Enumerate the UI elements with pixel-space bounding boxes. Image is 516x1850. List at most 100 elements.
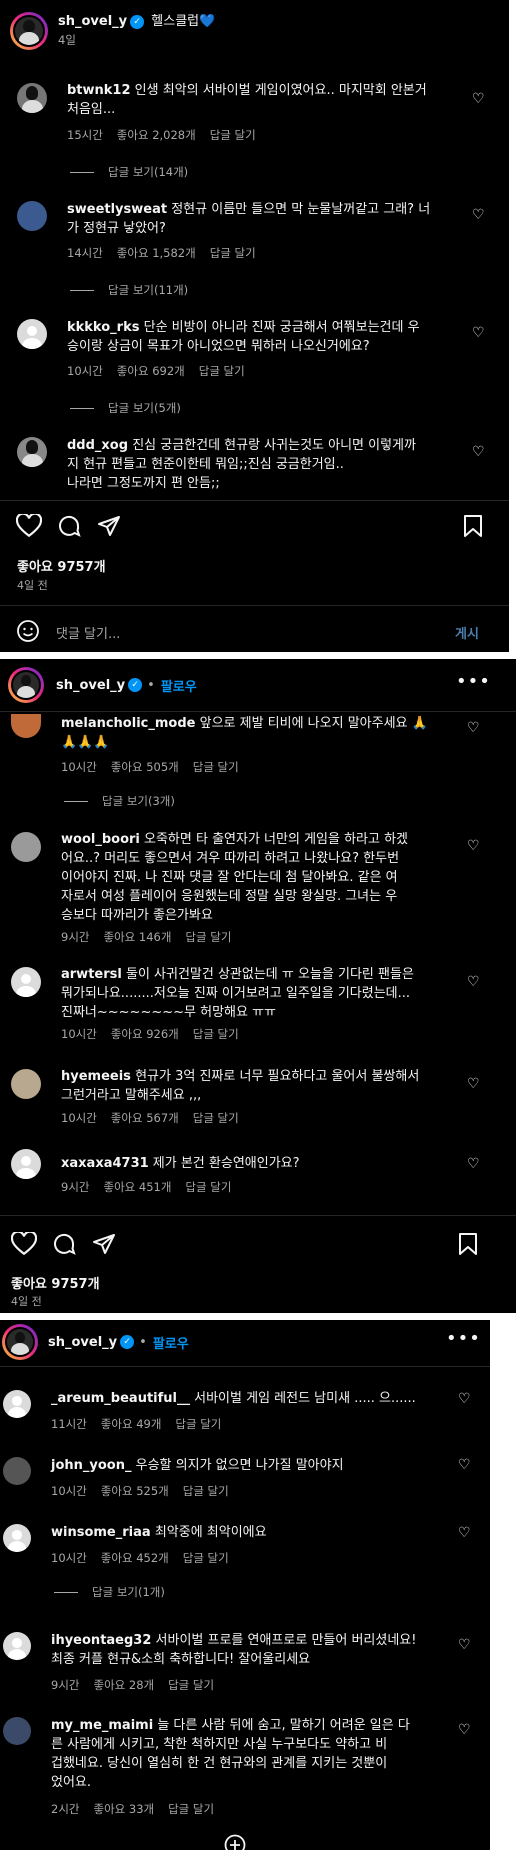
- heart-icon[interactable]: ♡: [467, 721, 481, 735]
- commenter-avatar[interactable]: [3, 1717, 31, 1745]
- heart-icon[interactable]: ♡: [458, 1638, 472, 1652]
- reply-link[interactable]: 답글 달기: [193, 759, 239, 775]
- profile-avatar[interactable]: [5, 1327, 35, 1357]
- heart-icon[interactable]: ♡: [458, 1526, 472, 1540]
- commenter-avatar[interactable]: [3, 1457, 31, 1485]
- likes-count[interactable]: 좋아요 9757개: [11, 1273, 100, 1292]
- comment-likes[interactable]: 좋아요 926개: [111, 1026, 179, 1042]
- heart-icon[interactable]: ♡: [467, 839, 481, 853]
- profile-avatar-ring[interactable]: [10, 12, 48, 50]
- comment-likes[interactable]: 좋아요 567개: [111, 1110, 179, 1126]
- reply-link[interactable]: 답글 달기: [210, 245, 256, 261]
- comment-likes[interactable]: 좋아요 33개: [93, 1801, 154, 1817]
- username[interactable]: sh_ovel_y: [58, 14, 127, 29]
- heart-icon[interactable]: ♡: [458, 1458, 472, 1472]
- profile-avatar[interactable]: [13, 15, 45, 47]
- commenter-avatar[interactable]: [3, 1632, 31, 1660]
- comment-username[interactable]: john_yoon_: [51, 1458, 132, 1473]
- reply-link[interactable]: 답글 달기: [185, 1179, 231, 1195]
- view-replies-link[interactable]: 답글 보기(5개): [70, 400, 181, 416]
- comment-username[interactable]: winsome_riaa: [51, 1525, 151, 1540]
- share-icon[interactable]: [92, 1232, 116, 1256]
- view-replies-link[interactable]: 답글 보기(14개): [70, 164, 188, 180]
- heart-icon[interactable]: ♡: [467, 1077, 481, 1091]
- comment-username[interactable]: btwnk12: [67, 83, 131, 98]
- more-icon[interactable]: •••: [446, 1328, 481, 1349]
- more-icon[interactable]: •••: [456, 671, 491, 692]
- bookmark-icon[interactable]: [463, 514, 483, 538]
- likes-count[interactable]: 좋아요 9757개: [17, 556, 106, 575]
- reply-link[interactable]: 답글 달기: [193, 1110, 239, 1126]
- heart-icon[interactable]: ♡: [458, 1723, 472, 1737]
- comment-username[interactable]: hyemeeis: [61, 1069, 131, 1084]
- view-replies-link[interactable]: 답글 보기(1개): [54, 1584, 165, 1600]
- comment-likes[interactable]: 좋아요 1,582개: [117, 245, 196, 261]
- comment-username[interactable]: xaxaxa4731: [61, 1156, 149, 1171]
- commenter-avatar[interactable]: [11, 1069, 41, 1099]
- commenter-avatar[interactable]: [17, 437, 47, 467]
- add-comment-input[interactable]: 댓글 달기...: [56, 623, 120, 642]
- comment-likes[interactable]: 좋아요 146개: [103, 929, 171, 945]
- commenter-avatar[interactable]: [11, 714, 41, 738]
- username[interactable]: sh_ovel_y: [56, 678, 125, 693]
- reply-link[interactable]: 답글 달기: [168, 1677, 214, 1693]
- comment-likes[interactable]: 좋아요 505개: [111, 759, 179, 775]
- follow-button[interactable]: 팔로우: [161, 676, 197, 695]
- bookmark-icon[interactable]: [458, 1232, 478, 1256]
- reply-link[interactable]: 답글 달기: [199, 363, 245, 379]
- heart-icon[interactable]: ♡: [472, 208, 486, 222]
- comment-likes[interactable]: 좋아요 692개: [117, 363, 185, 379]
- commenter-avatar[interactable]: [11, 967, 41, 997]
- reply-link[interactable]: 답글 달기: [210, 127, 256, 143]
- add-circle-icon[interactable]: [224, 1834, 246, 1850]
- reply-link[interactable]: 답글 달기: [175, 1416, 221, 1432]
- share-icon[interactable]: [97, 514, 121, 538]
- heart-icon[interactable]: ♡: [472, 445, 486, 459]
- comment-likes[interactable]: 좋아요 49개: [101, 1416, 162, 1432]
- reply-link[interactable]: 답글 달기: [185, 929, 231, 945]
- heart-icon[interactable]: ♡: [458, 1392, 472, 1406]
- commenter-avatar[interactable]: [3, 1524, 31, 1552]
- comment-likes[interactable]: 좋아요 2,028개: [117, 127, 196, 143]
- heart-icon[interactable]: ♡: [467, 975, 481, 989]
- heart-icon[interactable]: [16, 514, 42, 538]
- comment-likes[interactable]: 좋아요 451개: [103, 1179, 171, 1195]
- comment-username[interactable]: _areum_beautiful__: [51, 1391, 190, 1406]
- username[interactable]: sh_ovel_y: [48, 1335, 117, 1350]
- reply-link[interactable]: 답글 달기: [183, 1483, 229, 1499]
- commenter-avatar[interactable]: [3, 1390, 31, 1418]
- comment-username[interactable]: melancholic_mode: [61, 716, 195, 731]
- comment-icon[interactable]: [52, 1232, 76, 1256]
- commenter-avatar[interactable]: [17, 201, 47, 231]
- view-replies-link[interactable]: 답글 보기(11개): [70, 282, 188, 298]
- profile-avatar-ring[interactable]: [2, 1324, 38, 1360]
- emoji-icon[interactable]: [16, 619, 40, 643]
- comment-username[interactable]: sweetlysweat: [67, 202, 167, 217]
- commenter-avatar[interactable]: [11, 832, 41, 862]
- heart-icon[interactable]: [11, 1232, 37, 1256]
- comment-username[interactable]: my_me_maimi: [51, 1718, 153, 1733]
- profile-avatar-ring[interactable]: [8, 667, 44, 703]
- commenter-avatar[interactable]: [11, 1149, 41, 1179]
- comment-username[interactable]: ihyeontaeg32: [51, 1633, 151, 1648]
- comment-username[interactable]: arwtersl: [61, 967, 122, 982]
- comment-likes[interactable]: 좋아요 28개: [93, 1677, 154, 1693]
- commenter-avatar[interactable]: [17, 83, 47, 113]
- reply-link[interactable]: 답글 달기: [193, 1026, 239, 1042]
- view-replies-link[interactable]: 답글 보기(3개): [64, 793, 175, 809]
- heart-icon[interactable]: ♡: [472, 326, 486, 340]
- reply-link[interactable]: 답글 달기: [168, 1801, 214, 1817]
- comment-likes[interactable]: 좋아요 525개: [101, 1483, 169, 1499]
- heart-icon[interactable]: ♡: [472, 92, 486, 106]
- profile-avatar[interactable]: [11, 670, 41, 700]
- comment-username[interactable]: wool_boori: [61, 832, 140, 847]
- heart-icon[interactable]: ♡: [467, 1157, 481, 1171]
- comment-likes[interactable]: 좋아요 452개: [101, 1550, 169, 1566]
- reply-link[interactable]: 답글 달기: [183, 1550, 229, 1566]
- comment-icon[interactable]: [57, 514, 81, 538]
- comment-username[interactable]: ddd_xog: [67, 438, 128, 453]
- commenter-avatar[interactable]: [17, 319, 47, 349]
- follow-button[interactable]: 팔로우: [153, 1333, 189, 1352]
- comment-username[interactable]: kkkko_rks: [67, 320, 139, 335]
- post-comment-button[interactable]: 게시: [455, 623, 479, 642]
